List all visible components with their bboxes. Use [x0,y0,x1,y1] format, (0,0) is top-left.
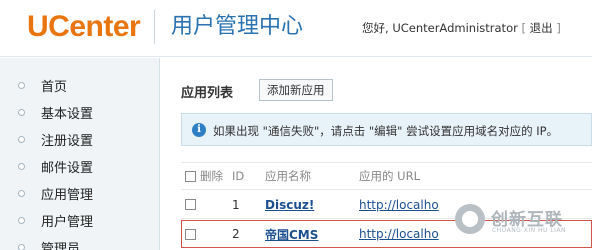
bullet-icon [18,136,25,143]
row-app-name: 帝国CMS [265,221,318,247]
bullet-icon [18,217,25,224]
bullet-icon [18,190,25,197]
notice-text: 如果出现 "通信失败"，请点击 "编辑" 尝试设置应用域名对应的 IP。 [213,124,559,138]
sidebar-item-register-settings[interactable]: 注册设置 [0,126,160,153]
header-delete-label: 删除 [200,169,223,183]
sidebar-item-mail-settings[interactable]: 邮件设置 [0,153,160,180]
sidebar-item-label: 首页 [41,80,68,95]
add-app-button[interactable]: 添加新应用 [259,79,333,101]
logo-letter-u: U [27,10,49,43]
header-id: ID [232,169,245,183]
app-url-link[interactable]: http://localho [359,227,439,241]
bullet-icon [18,244,25,250]
sidebar-item-basic-settings[interactable]: 基本设置 [0,99,160,126]
header-url: 应用的 URL [359,169,420,183]
row-url: http://localho [359,221,439,247]
watermark-icon [455,204,485,234]
sidebar-item-administrators[interactable]: 管理员 [0,234,160,250]
table-header: 删除 ID 应用名称 应用的 URL [181,162,592,190]
user-bar: 您好, UCenterAdministrator [ 退出 ] [362,20,561,36]
sidebar-item-label: 用户管理 [41,215,94,230]
bullet-icon [18,82,25,89]
info-notice: i 如果出现 "通信失败"，请点击 "编辑" 尝试设置应用域名对应的 IP。 [181,113,592,146]
header-name: 应用名称 [265,169,311,183]
row-id: 1 [232,197,240,212]
sidebar-item-user-management[interactable]: 用户管理 [0,207,160,234]
username: UCenterAdministrator [392,21,518,35]
sidebar-item-label: 管理员 [41,242,81,250]
greeting: 您好, [362,21,389,35]
sidebar-item-app-management[interactable]: 应用管理 [0,180,160,207]
row-checkbox[interactable] [185,228,196,240]
row-checkbox[interactable] [185,199,196,210]
watermark-logo: 创新互联 CHUANG XIN HU LIAN [455,201,587,241]
logout-link[interactable]: 退出 [530,21,553,35]
bracket-close: ] [556,21,561,35]
bullet-icon [18,163,25,170]
header-delete: 删除 [185,163,223,189]
header: UCenter 用户管理中心 您好, UCenterAdministrator … [0,0,592,57]
sidebar-item-label: 邮件设置 [41,161,94,176]
sidebar-item-label: 基本设置 [41,107,94,122]
app-name-link[interactable]: Discuz! [265,198,314,212]
select-all-checkbox[interactable] [185,170,196,182]
sidebar-item-label: 注册设置 [41,134,94,149]
row-id: 2 [232,227,240,241]
ucenter-logo[interactable]: UCenter [27,10,141,44]
sidebar: 首页 基本设置 注册设置 邮件设置 应用管理 用户管理 管理员 [0,58,160,250]
bullet-icon [18,109,25,116]
logo-text: Center [48,10,141,43]
info-icon: i [192,123,206,137]
app-name-link[interactable]: 帝国CMS [265,226,318,243]
row-url: http://localho [359,191,439,218]
row-checkbox-cell [185,221,200,247]
bracket-open: [ [521,21,527,35]
row-checkbox-cell [185,191,200,218]
sidebar-item-label: 应用管理 [41,188,94,203]
app-url-link[interactable]: http://localho [359,198,439,212]
logo-divider [154,10,155,44]
watermark-subtext: CHUANG XIN HU LIAN [492,227,567,234]
sidebar-item-home[interactable]: 首页 [0,72,160,99]
app-subtitle: 用户管理中心 [171,14,304,39]
row-app-name: Discuz! [265,191,314,218]
page-title: 应用列表 [181,86,234,101]
